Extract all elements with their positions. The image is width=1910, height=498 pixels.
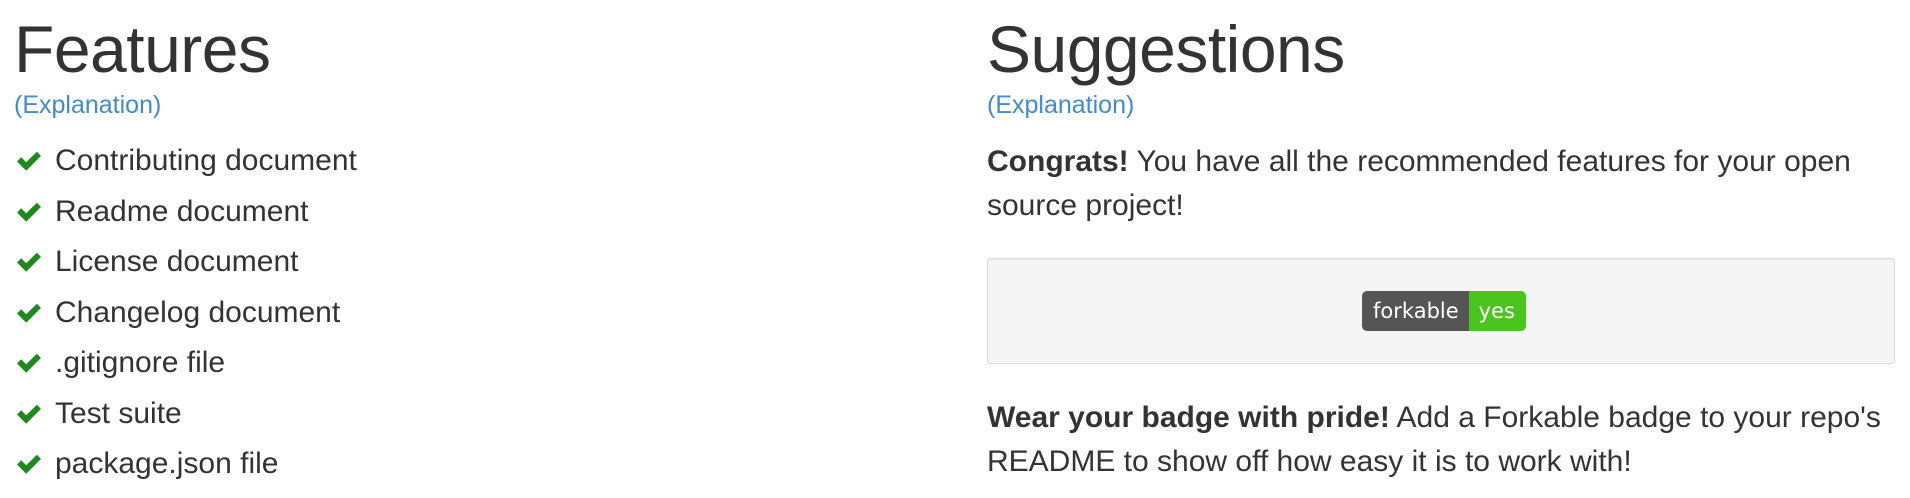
features-section: Features (Explanation) Contributing docu… [14,0,914,490]
feature-item: package.json file [14,439,914,490]
congrats-bold: Congrats! [987,145,1129,178]
features-list: Contributing document Readme document Lice… [14,136,914,490]
check-icon [14,449,44,479]
feature-item: License document [14,237,914,288]
forkable-badge[interactable]: forkable yes [1362,291,1526,331]
suggestions-title: Suggestions [987,12,1345,86]
check-icon [14,298,44,328]
features-title: Features [14,12,271,86]
suggestions-section: Suggestions (Explanation) Congrats! You … [987,0,1897,484]
wear-bold: Wear your badge with pride! [987,401,1390,434]
check-icon [14,146,44,176]
check-icon [14,348,44,378]
feature-item: Changelog document [14,288,914,339]
suggestions-explanation-link[interactable]: (Explanation) [987,90,1134,120]
check-icon [14,247,44,277]
feature-label: Test suite [55,396,182,430]
feature-label: package.json file [55,447,279,481]
page: Features (Explanation) Contributing docu… [0,0,1910,498]
badge-well: forkable yes [987,258,1895,364]
badge-left-label: forkable [1362,291,1469,331]
feature-label: Readme document [55,194,309,228]
check-icon [14,197,44,227]
features-explanation-link[interactable]: (Explanation) [14,90,161,120]
feature-label: License document [55,245,299,279]
congrats-message: Congrats! You have all the recommended f… [987,140,1897,228]
feature-item: Contributing document [14,136,914,187]
feature-label: Changelog document [55,295,341,329]
feature-label: Contributing document [55,144,357,178]
feature-item: .gitignore file [14,338,914,389]
feature-item: Readme document [14,187,914,238]
feature-item: Test suite [14,389,914,440]
check-icon [14,399,44,429]
feature-label: .gitignore file [55,346,226,380]
badge-right-label: yes [1468,291,1526,331]
wear-badge-message: Wear your badge with pride! Add a Forkab… [987,396,1897,484]
